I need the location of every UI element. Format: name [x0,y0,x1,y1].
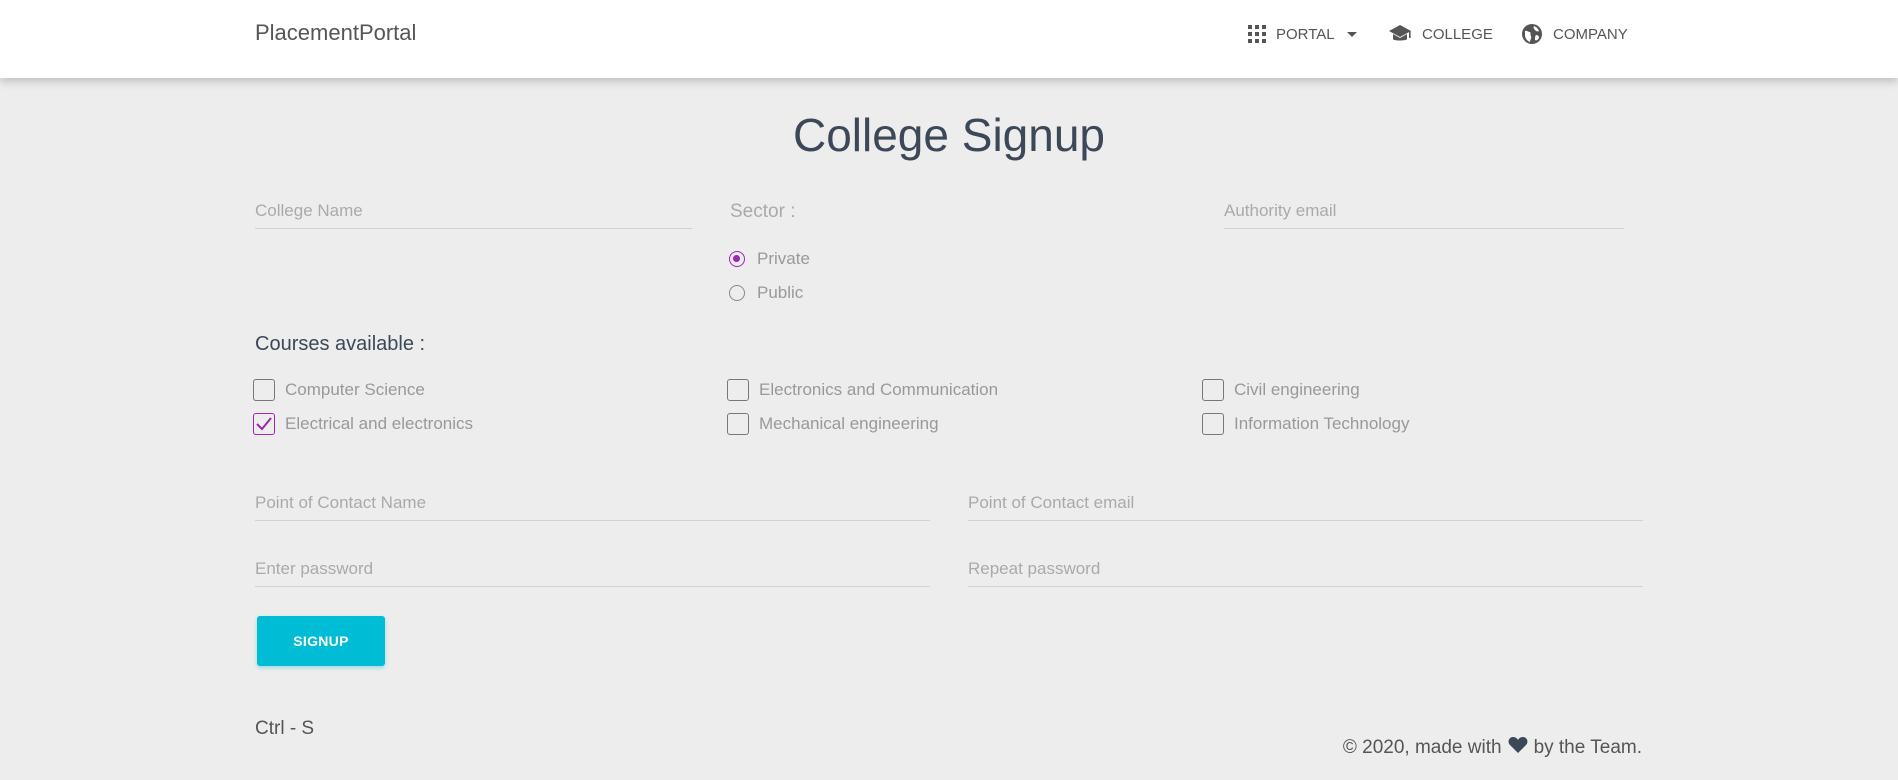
checkbox-icon [727,379,749,401]
keyboard-shortcut-hint: Ctrl - S [255,718,315,739]
nav-college-link[interactable]: COLLEGE [1388,22,1493,46]
nav-company-label: COMPANY [1553,25,1628,43]
navbar: PlacementPortal PORTAL COLLEGE COMPANY [0,0,1898,78]
password-input[interactable] [255,552,930,586]
college-name-field [255,194,692,229]
checkbox-icon [727,413,749,435]
sector-public-label: Public [757,283,804,302]
course-label: Information Technology [1234,414,1410,433]
sector-private-radio[interactable]: Private [729,249,810,269]
college-name-input[interactable] [255,194,692,228]
course-checkbox-electrical[interactable]: Electrical and electronics [253,413,473,435]
course-label: Electronics and Communication [759,380,999,399]
poc-name-field [255,486,930,521]
checkbox-icon [1202,413,1224,435]
checkbox-icon [1202,379,1224,401]
course-checkbox-mechanical[interactable]: Mechanical engineering [727,413,939,435]
poc-email-input[interactable] [968,486,1643,520]
checkbox-icon [253,379,275,401]
repeat-password-field [968,552,1643,587]
course-label: Civil engineering [1234,380,1360,399]
graduation-cap-icon [1388,24,1412,44]
footer-text-after: by the Team. [1533,737,1642,758]
password-field [255,552,930,587]
nav-company-link[interactable]: COMPANY [1521,22,1628,46]
course-checkbox-information-technology[interactable]: Information Technology [1202,413,1409,435]
authority-email-input[interactable] [1224,194,1624,228]
nav-portal-dropdown[interactable]: PORTAL [1248,22,1357,46]
courses-label: Courses available : [255,333,426,355]
course-label: Electrical and electronics [285,414,474,433]
brand-logo-text[interactable]: PlacementPortal [255,20,416,46]
course-checkbox-civil[interactable]: Civil engineering [1202,379,1360,401]
authority-email-field [1224,194,1624,229]
poc-email-field [968,486,1643,521]
sector-public-radio[interactable]: Public [729,283,803,303]
course-label: Computer Science [285,380,425,399]
course-label: Mechanical engineering [759,414,939,433]
nav-portal-label: PORTAL [1276,25,1335,43]
repeat-password-input[interactable] [968,552,1643,586]
apps-grid-icon [1248,25,1266,43]
checkbox-checked-icon [253,413,275,435]
course-checkbox-electronics-communication[interactable]: Electronics and Communication [727,379,998,401]
footer-credit: © 2020, made with by the Team. [1343,736,1642,760]
page-title: College Signup [792,109,1105,161]
radio-unchecked-icon [729,285,745,301]
poc-name-input[interactable] [255,486,930,520]
caret-down-icon [1346,31,1357,37]
signup-button[interactable]: SIGNUP [257,616,385,666]
footer-text-before: © 2020, made with [1342,737,1502,758]
sector-private-label: Private [757,249,810,268]
heart-icon [1508,736,1528,760]
radio-checked-icon [729,251,745,267]
globe-icon [1521,23,1543,45]
nav-college-label: COLLEGE [1422,25,1493,43]
sector-label: Sector : [730,201,796,222]
course-checkbox-computer-science[interactable]: Computer Science [253,379,425,401]
